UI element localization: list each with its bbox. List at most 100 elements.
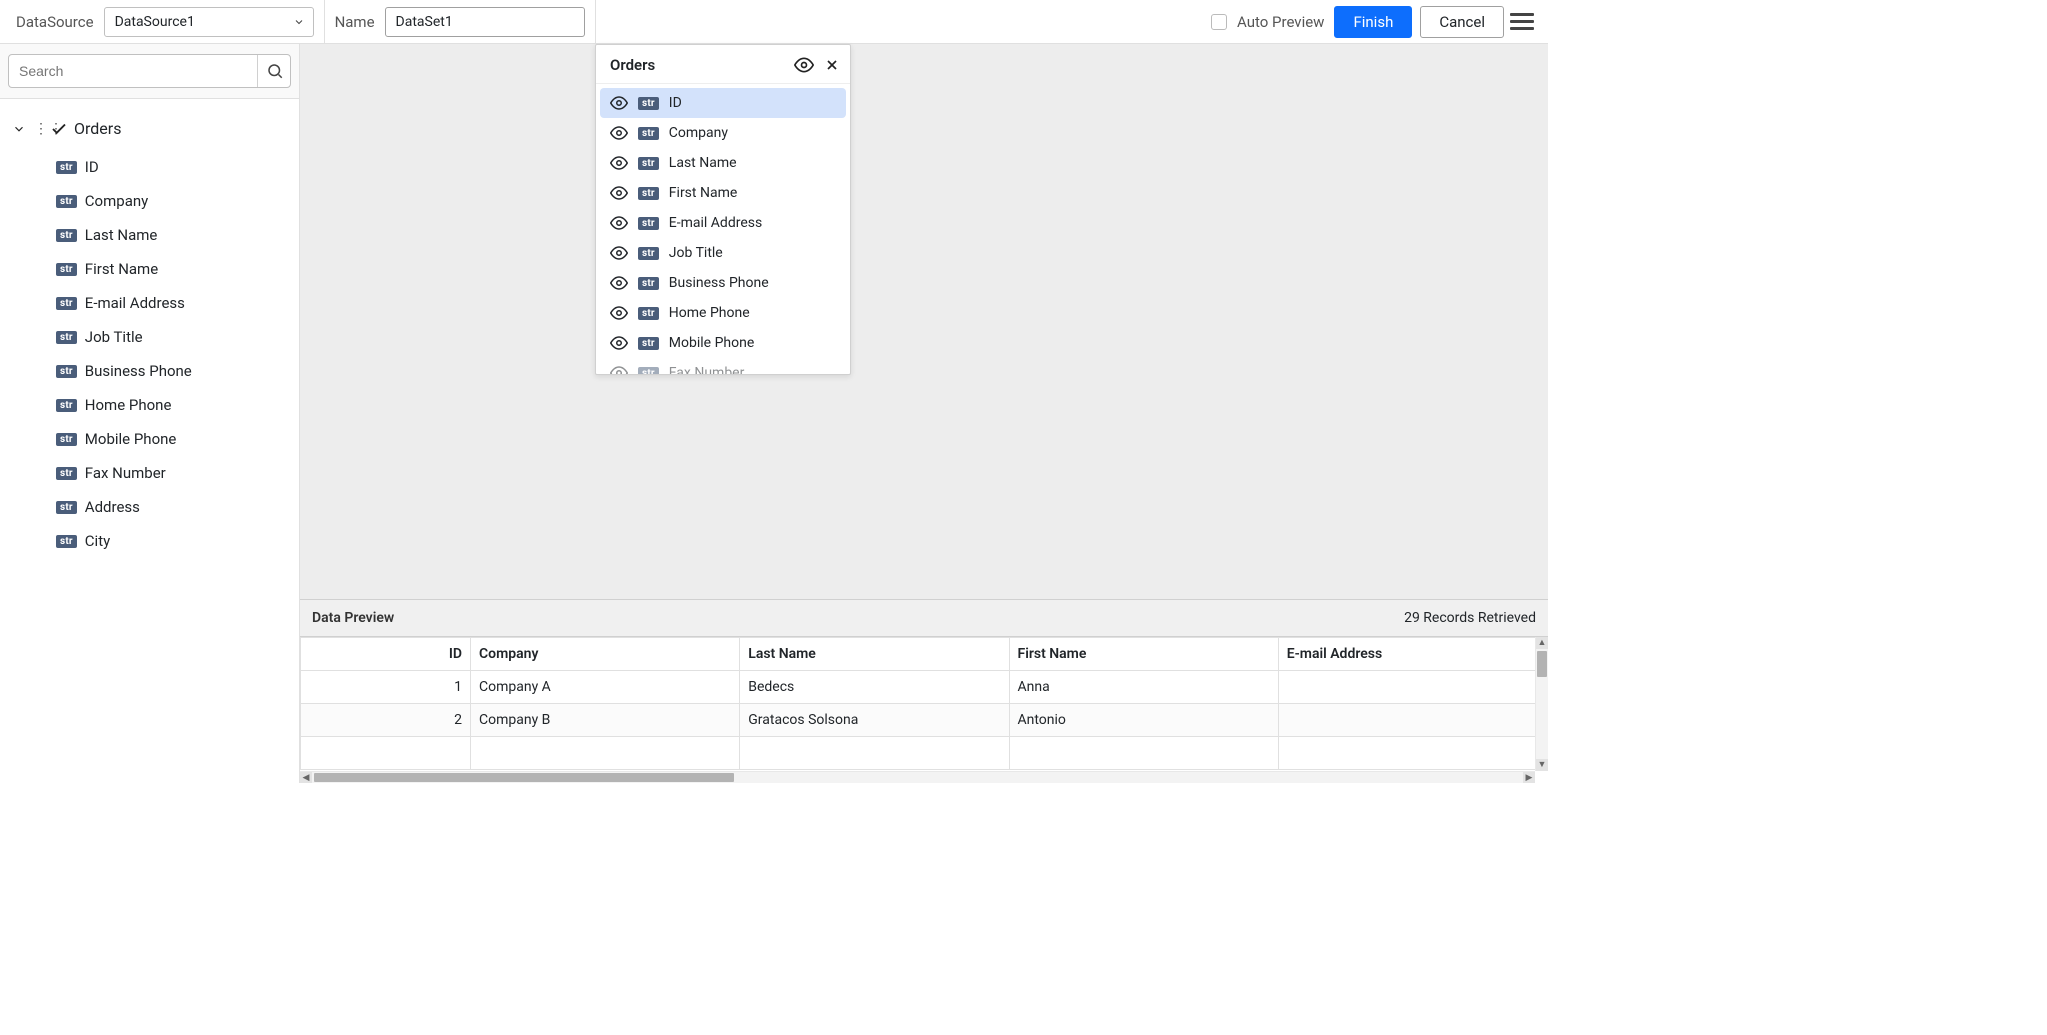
scroll-up-icon[interactable]: ▲ [1536, 637, 1548, 649]
string-type-badge: str [638, 127, 659, 140]
string-type-badge: str [56, 161, 77, 174]
string-type-badge: str [56, 399, 77, 412]
field-label: First Name [669, 185, 737, 201]
close-icon[interactable] [824, 57, 840, 73]
table-cell [740, 737, 1009, 770]
orders-field-item[interactable]: strLast Name [600, 148, 846, 178]
vertical-scrollbar[interactable]: ▲ ▼ [1535, 637, 1548, 771]
scroll-right-icon[interactable]: ▶ [1523, 772, 1535, 783]
string-type-badge: str [638, 277, 659, 290]
tree-field-item[interactable]: str E-mail Address [10, 286, 299, 320]
tree-field-item[interactable]: str Home Phone [10, 388, 299, 422]
orders-field-item[interactable]: strID [600, 88, 846, 118]
tree-field-item[interactable]: strLast Name [10, 218, 299, 252]
tree-field-item[interactable]: str Business Phone [10, 354, 299, 388]
column-header[interactable]: Last Name [740, 638, 1009, 671]
table-cell: Antonio [1009, 704, 1278, 737]
eye-icon[interactable] [610, 214, 628, 232]
table-row[interactable]: 1Company ABedecsAnna [301, 671, 1548, 704]
orders-field-item[interactable]: str Home Phone [600, 298, 846, 328]
table-row[interactable] [301, 737, 1548, 770]
chevron-down-icon[interactable] [10, 122, 28, 136]
field-label: E-mail Address [85, 294, 185, 312]
column-header[interactable]: First Name [1009, 638, 1278, 671]
eye-icon[interactable] [610, 364, 628, 374]
string-type-badge: str [56, 331, 77, 344]
cancel-button[interactable]: Cancel [1420, 6, 1504, 38]
menu-icon[interactable] [1510, 10, 1534, 34]
eye-icon[interactable] [610, 124, 628, 142]
string-type-badge: str [56, 297, 77, 310]
eye-icon[interactable] [610, 274, 628, 292]
field-label: Business Phone [85, 362, 192, 380]
column-header[interactable]: Company [471, 638, 740, 671]
search-icon[interactable] [257, 55, 284, 87]
preview-title: Data Preview [312, 610, 394, 626]
string-type-badge: str [56, 365, 77, 378]
scroll-down-icon[interactable]: ▼ [1536, 759, 1548, 771]
string-type-badge: str [56, 195, 77, 208]
preview-record-count: 29 Records Retrieved [1404, 610, 1536, 626]
table-cell: Bedecs [740, 671, 1009, 704]
tree-root-orders[interactable]: ⋮⋮ Orders [10, 115, 299, 150]
name-value: DataSet1 [396, 14, 453, 30]
drag-handle-icon[interactable]: ⋮⋮ [34, 126, 44, 132]
orders-field-item[interactable]: strMobile Phone [600, 328, 846, 358]
eye-icon[interactable] [610, 94, 628, 112]
orders-panel[interactable]: Orders strIDstrCompanystrLast NamestrFir… [595, 44, 851, 375]
tree-field-item[interactable]: strFirst Name [10, 252, 299, 286]
tree-field-item[interactable]: str Job Title [10, 320, 299, 354]
eye-icon[interactable] [610, 334, 628, 352]
chevron-down-icon [293, 16, 305, 28]
scroll-left-icon[interactable]: ◀ [300, 772, 312, 783]
orders-field-item[interactable]: strBusiness Phone [600, 268, 846, 298]
orders-field-item[interactable]: strJob Title [600, 238, 846, 268]
eye-icon[interactable] [610, 304, 628, 322]
table-row[interactable]: 2Company BGratacos SolsonaAntonio [301, 704, 1548, 737]
string-type-badge: str [638, 247, 659, 260]
tree-field-item[interactable]: strID [10, 150, 299, 184]
field-label: ID [669, 95, 682, 111]
datasource-value: DataSource1 [115, 14, 195, 30]
string-type-badge: str [638, 337, 659, 350]
tree-field-item[interactable]: strMobile Phone [10, 422, 299, 456]
auto-preview-checkbox[interactable] [1211, 14, 1227, 30]
eye-icon[interactable] [610, 184, 628, 202]
tree-field-item[interactable]: strCompany [10, 184, 299, 218]
field-label: Home Phone [85, 396, 172, 414]
table-cell [1278, 671, 1547, 704]
design-canvas[interactable]: Orders strIDstrCompanystrLast NamestrFir… [300, 44, 1548, 599]
orders-field-item[interactable]: strE-mail Address [600, 208, 846, 238]
column-header[interactable]: E-mail Address [1278, 638, 1547, 671]
orders-field-item[interactable]: strFirst Name [600, 178, 846, 208]
eye-icon[interactable] [610, 244, 628, 262]
finish-button[interactable]: Finish [1334, 6, 1412, 38]
scrollbar-thumb[interactable] [314, 773, 734, 782]
table-cell: Company A [471, 671, 740, 704]
datasource-select[interactable]: DataSource1 [104, 7, 314, 37]
search-text-field[interactable] [19, 63, 257, 79]
tree-field-item[interactable]: strFax Number [10, 456, 299, 490]
string-type-badge: str [56, 535, 77, 548]
scrollbar-thumb[interactable] [1537, 651, 1547, 677]
string-type-badge: str [56, 501, 77, 514]
field-label: Home Phone [669, 305, 750, 321]
preview-table: IDCompanyLast NameFirst NameE-mail Addre… [300, 637, 1548, 770]
column-header[interactable]: ID [301, 638, 471, 671]
eye-icon[interactable] [610, 154, 628, 172]
tree-field-item[interactable]: str City [10, 524, 299, 558]
table-cell [471, 737, 740, 770]
eye-icon[interactable] [794, 55, 814, 75]
field-label: City [85, 532, 110, 550]
orders-field-item[interactable]: strFax Number [600, 358, 846, 374]
field-label: Company [669, 125, 728, 141]
horizontal-scrollbar[interactable]: ◀ ▶ [300, 771, 1535, 783]
top-toolbar: DataSource DataSource1 Name DataSet1 Aut… [0, 0, 1548, 44]
name-input[interactable]: DataSet1 [385, 7, 585, 37]
tree-field-item[interactable]: strAddress [10, 490, 299, 524]
string-type-badge: str [638, 307, 659, 320]
string-type-badge: str [56, 229, 77, 242]
field-label: Job Title [85, 328, 143, 346]
search-input[interactable] [8, 54, 291, 88]
orders-field-item[interactable]: str Company [600, 118, 846, 148]
